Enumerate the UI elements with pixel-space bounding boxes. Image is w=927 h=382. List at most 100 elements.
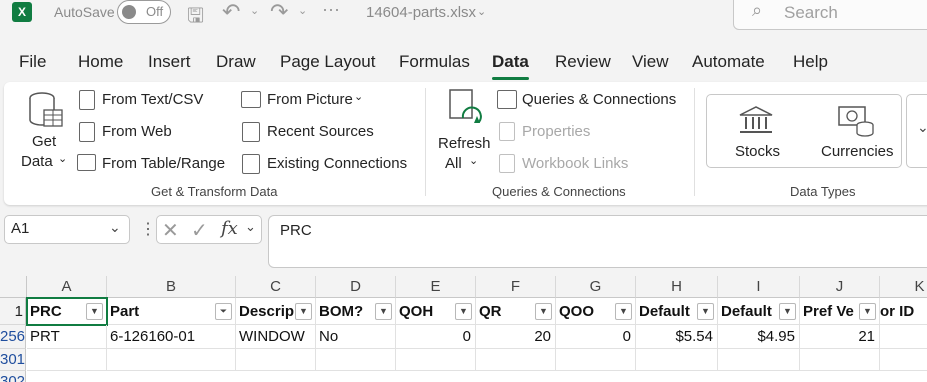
file-name[interactable]: 14604-parts.xlsx <box>366 4 476 21</box>
refresh-all-button[interactable] <box>447 88 485 128</box>
column-header-b[interactable]: B <box>107 276 236 298</box>
from-table-range-button[interactable]: From Table/Range <box>102 155 225 172</box>
filter-dropdown-icon[interactable]: ▼ <box>455 303 472 320</box>
more-icon[interactable]: ⋯ <box>322 0 340 21</box>
chevron-down-icon[interactable]: ⌄ <box>354 90 363 103</box>
table-cell[interactable]: $5.54 <box>636 325 718 349</box>
chevron-down-icon[interactable]: ⌄ <box>58 152 67 165</box>
name-box[interactable]: A1 ⌄ <box>4 215 130 244</box>
table-cell[interactable] <box>880 325 927 349</box>
redo-icon[interactable]: ↷ <box>270 0 288 25</box>
chevron-down-icon[interactable]: ⌄ <box>469 154 478 167</box>
table-cell[interactable] <box>476 349 556 371</box>
chevron-down-icon[interactable]: ⌄ <box>245 219 256 235</box>
table-cell[interactable] <box>27 349 107 371</box>
check-icon[interactable]: ✓ <box>191 218 208 243</box>
column-header-a[interactable]: A <box>27 276 107 298</box>
function-icon[interactable]: fx <box>221 218 238 239</box>
filter-dropdown-icon[interactable]: ▼ <box>375 303 392 320</box>
existing-connections-button[interactable]: Existing Connections <box>267 155 407 172</box>
table-cell[interactable] <box>718 349 800 371</box>
row-header[interactable]: 256 <box>0 325 26 349</box>
row-header[interactable]: 301 <box>0 349 26 371</box>
filter-dropdown-icon[interactable]: ▼ <box>86 303 103 320</box>
tab-file[interactable]: File <box>19 52 46 74</box>
tab-draw[interactable]: Draw <box>216 52 256 74</box>
from-text-csv-button[interactable]: From Text/CSV <box>102 91 203 108</box>
table-cell[interactable]: $4.95 <box>718 325 800 349</box>
search-input[interactable]: ⌕ Search <box>733 0 927 30</box>
tab-help[interactable]: Help <box>793 52 828 74</box>
tab-home[interactable]: Home <box>78 52 123 74</box>
table-cell[interactable] <box>800 349 880 371</box>
column-header-k[interactable]: K <box>880 276 927 298</box>
tab-view[interactable]: View <box>632 52 669 74</box>
formula-input[interactable]: PRC <box>268 215 927 268</box>
stocks-button[interactable]: Stocks <box>707 95 805 167</box>
column-header-f[interactable]: F <box>476 276 556 298</box>
filter-dropdown-icon[interactable]: ▼ <box>535 303 552 320</box>
chevron-down-icon[interactable]: ⌄ <box>109 219 121 236</box>
row-header[interactable]: 302 <box>0 371 26 382</box>
table-cell[interactable]: 0 <box>556 325 636 349</box>
save-icon[interactable]: 🖫 <box>187 1 204 35</box>
cancel-icon[interactable]: ✕ <box>162 218 179 243</box>
column-header-c[interactable]: C <box>236 276 316 298</box>
table-cell[interactable] <box>236 349 316 371</box>
table-cell[interactable]: 6-126160-01 <box>107 325 236 349</box>
table-header-cell[interactable]: or ID <box>880 298 927 325</box>
column-header-i[interactable]: I <box>718 276 800 298</box>
filter-dropdown-icon[interactable]: ▼ <box>697 303 714 320</box>
column-header-e[interactable]: E <box>396 276 476 298</box>
table-cell[interactable]: 21 <box>800 325 880 349</box>
tab-automate[interactable]: Automate <box>692 52 765 74</box>
table-cell[interactable] <box>636 349 718 371</box>
column-header-h[interactable]: H <box>636 276 718 298</box>
refresh-label[interactable]: Refresh <box>438 135 491 152</box>
table-cell[interactable]: 20 <box>476 325 556 349</box>
currency-icon <box>838 106 874 137</box>
filter-dropdown-icon[interactable]: ▼ <box>295 303 312 320</box>
table-cell[interactable] <box>107 349 236 371</box>
filter-dropdown-icon[interactable]: ▼ <box>859 303 876 320</box>
column-header-d[interactable]: D <box>316 276 396 298</box>
properties-button[interactable]: Properties <box>522 123 590 140</box>
currencies-button[interactable]: Currencies <box>807 95 901 167</box>
tab-review[interactable]: Review <box>555 52 611 74</box>
table-cell[interactable] <box>316 349 396 371</box>
more-vertical-icon[interactable]: ⋮ <box>140 219 156 239</box>
tab-formulas[interactable]: Formulas <box>399 52 470 74</box>
table-cell[interactable]: No <box>316 325 396 349</box>
filter-dropdown-icon[interactable]: ▼ <box>615 303 632 320</box>
tab-insert[interactable]: Insert <box>148 52 191 74</box>
table-cell[interactable] <box>556 349 636 371</box>
get-data-label[interactable]: Get <box>32 133 56 150</box>
recent-sources-button[interactable]: Recent Sources <box>267 123 374 140</box>
refresh-label-2[interactable]: All <box>445 155 462 172</box>
table-cell[interactable]: WINDOW <box>236 325 316 349</box>
filter-dropdown-icon[interactable]: ▼ <box>779 303 796 320</box>
select-all-corner[interactable] <box>0 276 27 298</box>
tab-data[interactable]: Data <box>492 52 529 74</box>
column-header-j[interactable]: J <box>800 276 880 298</box>
table-cell[interactable]: 0 <box>396 325 476 349</box>
gallery-more-button[interactable]: ⌄ <box>906 94 927 168</box>
get-data-label-2[interactable]: Data <box>21 153 53 170</box>
tab-page-layout[interactable]: Page Layout <box>280 52 375 74</box>
workbook-links-button[interactable]: Workbook Links <box>522 155 628 172</box>
autosave-toggle[interactable]: Off <box>117 0 171 24</box>
column-header-g[interactable]: G <box>556 276 636 298</box>
table-cell[interactable] <box>880 349 927 371</box>
filter-active-icon[interactable]: ⏷ <box>215 303 232 320</box>
chevron-down-icon[interactable]: ⌄ <box>477 5 486 18</box>
undo-icon[interactable]: ↶ <box>222 0 240 25</box>
chevron-down-icon[interactable]: ⌄ <box>250 4 259 17</box>
table-cell[interactable]: PRT <box>27 325 107 349</box>
from-picture-button[interactable]: From Picture <box>267 91 353 108</box>
table-cell[interactable] <box>396 349 476 371</box>
from-web-button[interactable]: From Web <box>102 123 172 140</box>
row-header[interactable]: 1 <box>0 298 26 325</box>
chevron-down-icon[interactable]: ⌄ <box>298 4 307 17</box>
get-data-button[interactable] <box>26 90 66 130</box>
queries-connections-button[interactable]: Queries & Connections <box>522 91 676 108</box>
